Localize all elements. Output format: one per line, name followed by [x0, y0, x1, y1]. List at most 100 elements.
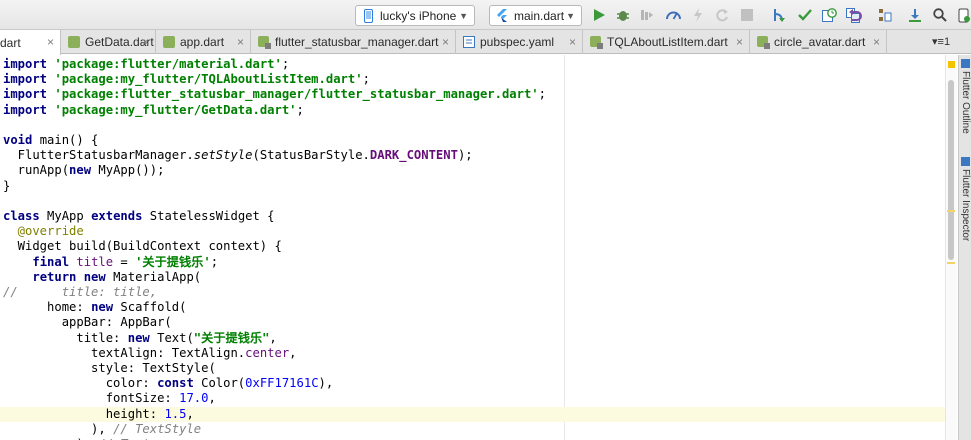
- code-token: Scaffold(: [120, 300, 187, 315]
- code-token: const: [157, 376, 202, 391]
- debug-icon[interactable]: [614, 6, 632, 24]
- code-token: DARK_CONTENT: [369, 148, 458, 163]
- code-line[interactable]: Widget build(BuildContext context) {: [0, 239, 945, 254]
- tab-circle-avatar-dart[interactable]: circle_avatar.dart ×: [750, 30, 887, 54]
- device-selector[interactable]: lucky's iPhone ▼: [355, 5, 475, 26]
- hot-reload-icon[interactable]: [689, 6, 707, 24]
- code-token: @override: [3, 224, 84, 239]
- right-tool-strip: Flutter Outline Flutter Inspector: [958, 55, 971, 440]
- code-line[interactable]: [0, 194, 945, 209]
- hot-restart-icon[interactable]: [713, 6, 731, 24]
- code-token: ,: [208, 391, 216, 406]
- search-icon[interactable]: [931, 6, 949, 24]
- code-line[interactable]: return new MaterialApp(: [0, 270, 945, 285]
- code-token: final: [32, 254, 77, 269]
- code-line[interactable]: color: const Color(0xFF17161C),: [0, 376, 945, 391]
- code-token: 'package:my_flutter/GetData.dart': [54, 102, 297, 117]
- run-icon[interactable]: [590, 6, 608, 24]
- chevron-down-icon: ▼: [459, 10, 468, 21]
- code-line[interactable]: home: new Scaffold(: [0, 300, 945, 315]
- code-token: return new: [32, 269, 114, 284]
- code-line[interactable]: fontSize: 17.0,: [0, 391, 945, 406]
- stripe-marker[interactable]: [947, 210, 955, 212]
- phone-icon: [362, 8, 374, 23]
- code-line[interactable]: height: 1.5,: [0, 406, 945, 422]
- code-line[interactable]: final title = '关于提钱乐';: [0, 255, 945, 270]
- tab-main-dart[interactable]: dart ×: [0, 30, 61, 55]
- vcs-update-icon[interactable]: [770, 6, 788, 24]
- close-icon[interactable]: ×: [442, 35, 449, 49]
- code-line[interactable]: import 'package:my_flutter/GetData.dart'…: [0, 103, 945, 118]
- code-token: ;: [538, 87, 546, 102]
- code-token: import: [3, 102, 55, 117]
- tab-label: flutter_statusbar_manager.dart: [275, 35, 439, 49]
- flutter-outline-tool[interactable]: Flutter Outline: [960, 71, 971, 134]
- code-line[interactable]: import 'package:flutter_statusbar_manage…: [0, 87, 945, 102]
- vcs-history-icon[interactable]: [820, 6, 838, 24]
- close-icon[interactable]: ×: [873, 35, 880, 49]
- code-line[interactable]: // title: title,: [0, 285, 945, 300]
- code-line[interactable]: textAlign: TextAlign.center,: [0, 346, 945, 361]
- sdk-manager-icon[interactable]: [906, 6, 924, 24]
- avd-manager-icon[interactable]: [955, 6, 971, 24]
- code-line[interactable]: import 'package:my_flutter/TQLAboutListI…: [0, 72, 945, 87]
- flutter-inspector-icon[interactable]: [961, 157, 970, 166]
- tab-overflow-menu[interactable]: ▾≡1: [932, 35, 950, 48]
- code-line[interactable]: FlutterStatusbarManager.setStyle(StatusB…: [0, 148, 945, 163]
- code-line[interactable]: void main() {: [0, 133, 945, 148]
- flutter-performance-icon[interactable]: [664, 6, 682, 24]
- code-line[interactable]: appBar: AppBar(: [0, 315, 945, 330]
- close-icon[interactable]: ×: [142, 35, 149, 49]
- code-token: // TextStyle: [113, 421, 202, 436]
- code-editor[interactable]: import 'package:flutter/material.dart'; i…: [0, 55, 945, 440]
- editor-scrollbar[interactable]: [948, 80, 954, 260]
- code-line[interactable]: @override: [0, 224, 945, 239]
- tab-getdata-dart[interactable]: GetData.dart ×: [61, 30, 156, 54]
- tab-tqlaboutlistitem-dart[interactable]: TQLAboutListItem.dart ×: [583, 30, 750, 54]
- code-line[interactable]: title: new Text("关于提钱乐",: [0, 331, 945, 346]
- code-token: Color(: [201, 376, 246, 391]
- tab-pubspec-yaml[interactable]: pubspec.yaml ×: [456, 30, 583, 54]
- tab-flutter-statusbar-manager-dart[interactable]: flutter_statusbar_manager.dart ×: [251, 30, 456, 54]
- device-label: lucky's iPhone: [380, 8, 457, 23]
- code-token: StatelessWidget {: [149, 209, 275, 223]
- tab-app-dart[interactable]: app.dart ×: [156, 30, 251, 54]
- close-icon[interactable]: ×: [569, 35, 576, 49]
- flutter-logo-icon: [496, 9, 508, 23]
- code-line[interactable]: class MyApp extends StatelessWidget {: [0, 209, 945, 224]
- code-token: import: [3, 57, 55, 71]
- flutter-inspector-tool[interactable]: Flutter Inspector: [960, 169, 971, 241]
- profile-icon[interactable]: [638, 6, 656, 24]
- code-token: import: [3, 87, 55, 102]
- code-token: }: [3, 178, 11, 193]
- code-token: 'package:flutter/material.dart': [54, 57, 282, 71]
- code-token: 1.5: [164, 406, 187, 421]
- code-token: class: [3, 209, 48, 223]
- code-token: setStyle: [193, 148, 253, 163]
- project-structure-icon[interactable]: [876, 6, 894, 24]
- code-line[interactable]: }: [0, 179, 945, 194]
- dart-file-locked-icon: [756, 35, 770, 49]
- flutter-outline-icon[interactable]: [961, 59, 970, 68]
- vcs-revert-purple-icon[interactable]: [846, 6, 864, 24]
- run-config-selector[interactable]: main.dart ▼: [489, 5, 582, 26]
- code-token: // title: title,: [3, 285, 158, 299]
- code-line[interactable]: import 'package:flutter/material.dart';: [0, 57, 945, 72]
- stripe-marker[interactable]: [947, 262, 955, 264]
- close-icon[interactable]: ×: [736, 35, 743, 49]
- code-line[interactable]: [0, 118, 945, 133]
- stop-icon[interactable]: [738, 6, 756, 24]
- close-icon[interactable]: ×: [47, 35, 54, 49]
- code-line[interactable]: runApp(new MyApp());: [0, 163, 945, 178]
- code-token: 'package:my_flutter/TQLAboutListItem.dar…: [54, 72, 363, 87]
- code-token: center: [245, 345, 290, 360]
- close-icon[interactable]: ×: [237, 35, 244, 49]
- code-token: title:: [3, 330, 128, 345]
- editor-tab-bar: dart × GetData.dart × app.dart × flutter…: [0, 30, 971, 55]
- vcs-commit-icon[interactable]: [796, 6, 814, 24]
- code-line[interactable]: ), // TextStyle: [0, 422, 945, 437]
- code-line[interactable]: style: TextStyle(: [0, 361, 945, 376]
- warning-indicator-icon[interactable]: [948, 61, 955, 68]
